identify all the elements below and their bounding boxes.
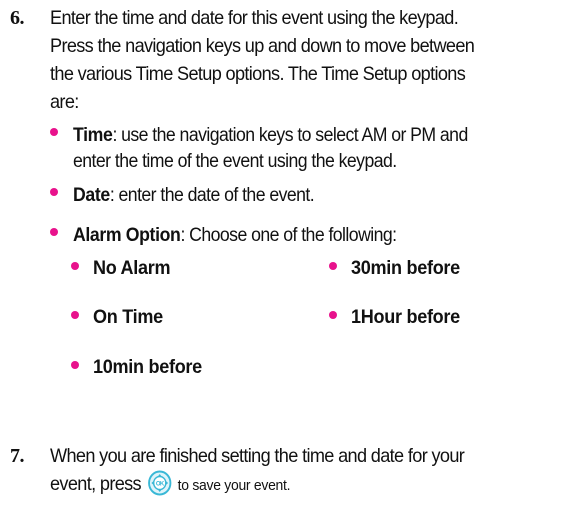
bullet-desc: : use the navigation keys to select AM o… [112,125,468,146]
bullet-alarm-option: Alarm Option: Choose one of the followin… [50,223,570,251]
step-7-line-2-pre: event, press [50,473,142,495]
alarm-option-on-time: On Time [71,305,291,333]
ok-key-icon: OK [147,470,171,496]
bullet-dot [50,128,58,136]
alarm-option-10min-before: 10min before [71,355,291,383]
step-number: 7. [10,445,25,467]
bullet-text: Time: use the navigation keys to select … [73,123,538,175]
step-6: 6. Enter the time and date for this even… [10,4,570,124]
bullet-dot [329,262,337,270]
bullet-term: Time [73,125,113,146]
bullet-dot [71,262,79,270]
alarm-option-label: On Time [93,307,163,328]
bullet-text: Date: enter the date of the event. [73,183,538,209]
step-7-line-2: event, press OK to save your event. [50,470,538,500]
alarm-option-label: 1Hour before [351,307,460,328]
step-text: Enter the time and date for this event u… [50,4,538,116]
bullet-desc-cont: enter the time of the event using the ke… [73,151,397,172]
step-number: 6. [10,7,25,29]
bullet-desc: : Choose one of the following: [180,225,397,246]
step-7-line-2-post: to save your event. [177,477,291,494]
alarm-option-label: No Alarm [93,258,171,279]
step-7-line-1: When you are finished setting the time a… [50,445,465,467]
bullet-date: Date: enter the date of the event. [50,183,570,211]
step-6-line-1: Enter the time and date for this event u… [50,7,459,29]
bullet-dot [50,228,58,236]
bullet-term: Alarm Option [73,225,181,246]
bullet-dot [50,188,58,196]
bullet-dot [71,311,79,319]
bullet-dot [71,361,79,369]
alarm-option-30min-before: 30min before [329,256,549,284]
svg-text:OK: OK [155,480,164,487]
step-text: When you are finished setting the time a… [50,442,538,500]
alarm-option-label: 10min before [93,357,202,378]
step-6-line-3: the various Time Setup options. The Time… [50,63,466,85]
bullet-text: Alarm Option: Choose one of the followin… [73,223,538,249]
alarm-option-no-alarm: No Alarm [71,256,291,284]
bullet-time: Time: use the navigation keys to select … [50,123,570,179]
step-6-line-4: are: [50,91,79,113]
step-7: 7. When you are finished setting the tim… [10,442,570,502]
alarm-option-1hour-before: 1Hour before [329,305,549,333]
bullet-term: Date [73,185,110,206]
bullet-desc: : enter the date of the event. [109,185,315,206]
bullet-dot [329,311,337,319]
step-6-line-2: Press the navigation keys up and down to… [50,35,475,57]
alarm-option-label: 30min before [351,258,460,279]
